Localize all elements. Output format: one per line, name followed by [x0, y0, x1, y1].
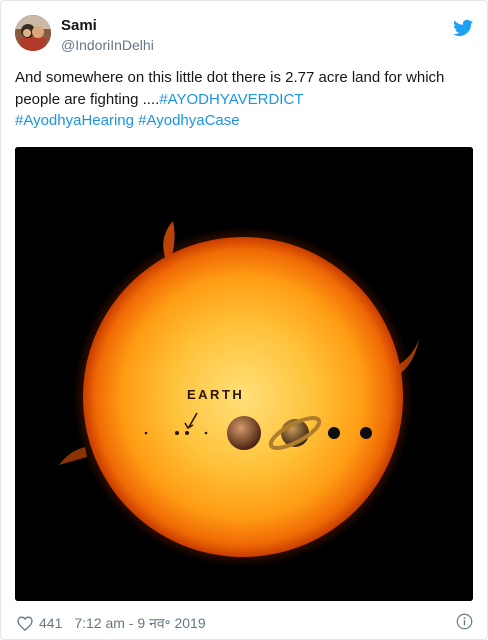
user-name[interactable]: Sami [61, 17, 97, 34]
earth-label: EARTH [187, 387, 244, 402]
hashtag-ayodhyacase[interactable]: #AyodhyaCase [138, 112, 239, 129]
planet-jupiter [227, 416, 261, 450]
user-handle[interactable]: @IndoriInDelhi [61, 37, 154, 53]
twitter-bird-icon[interactable] [453, 19, 473, 37]
tweet-timestamp[interactable]: 7:12 am - 9 नव॰ 2019 [74, 614, 205, 633]
avatar[interactable] [15, 15, 51, 51]
hashtag-ayodhyaverdict[interactable]: #AYODHYAVERDICT [159, 91, 303, 108]
tweet-text: And somewhere on this little dot there i… [15, 67, 470, 132]
planet-uranus [328, 427, 340, 439]
planet-earth [185, 431, 189, 435]
planet-neptune [360, 427, 372, 439]
tweet-card: Sami @IndoriInDelhi And somewhere on thi… [0, 0, 488, 640]
info-icon[interactable] [456, 613, 473, 630]
planet-venus [175, 431, 179, 435]
avatar-image [15, 15, 51, 51]
planet-mercury [144, 431, 148, 435]
tweet-footer: 441 7:12 am - 9 नव॰ 2019 [17, 613, 206, 633]
tweet-image[interactable]: EARTH [15, 147, 473, 601]
like-count[interactable]: 441 [39, 615, 62, 631]
planet-mars [204, 431, 208, 435]
sun-planets-illustration: EARTH [15, 147, 473, 601]
heart-icon[interactable] [17, 615, 33, 631]
hashtag-ayodhyahearing[interactable]: #AyodhyaHearing [15, 112, 134, 129]
